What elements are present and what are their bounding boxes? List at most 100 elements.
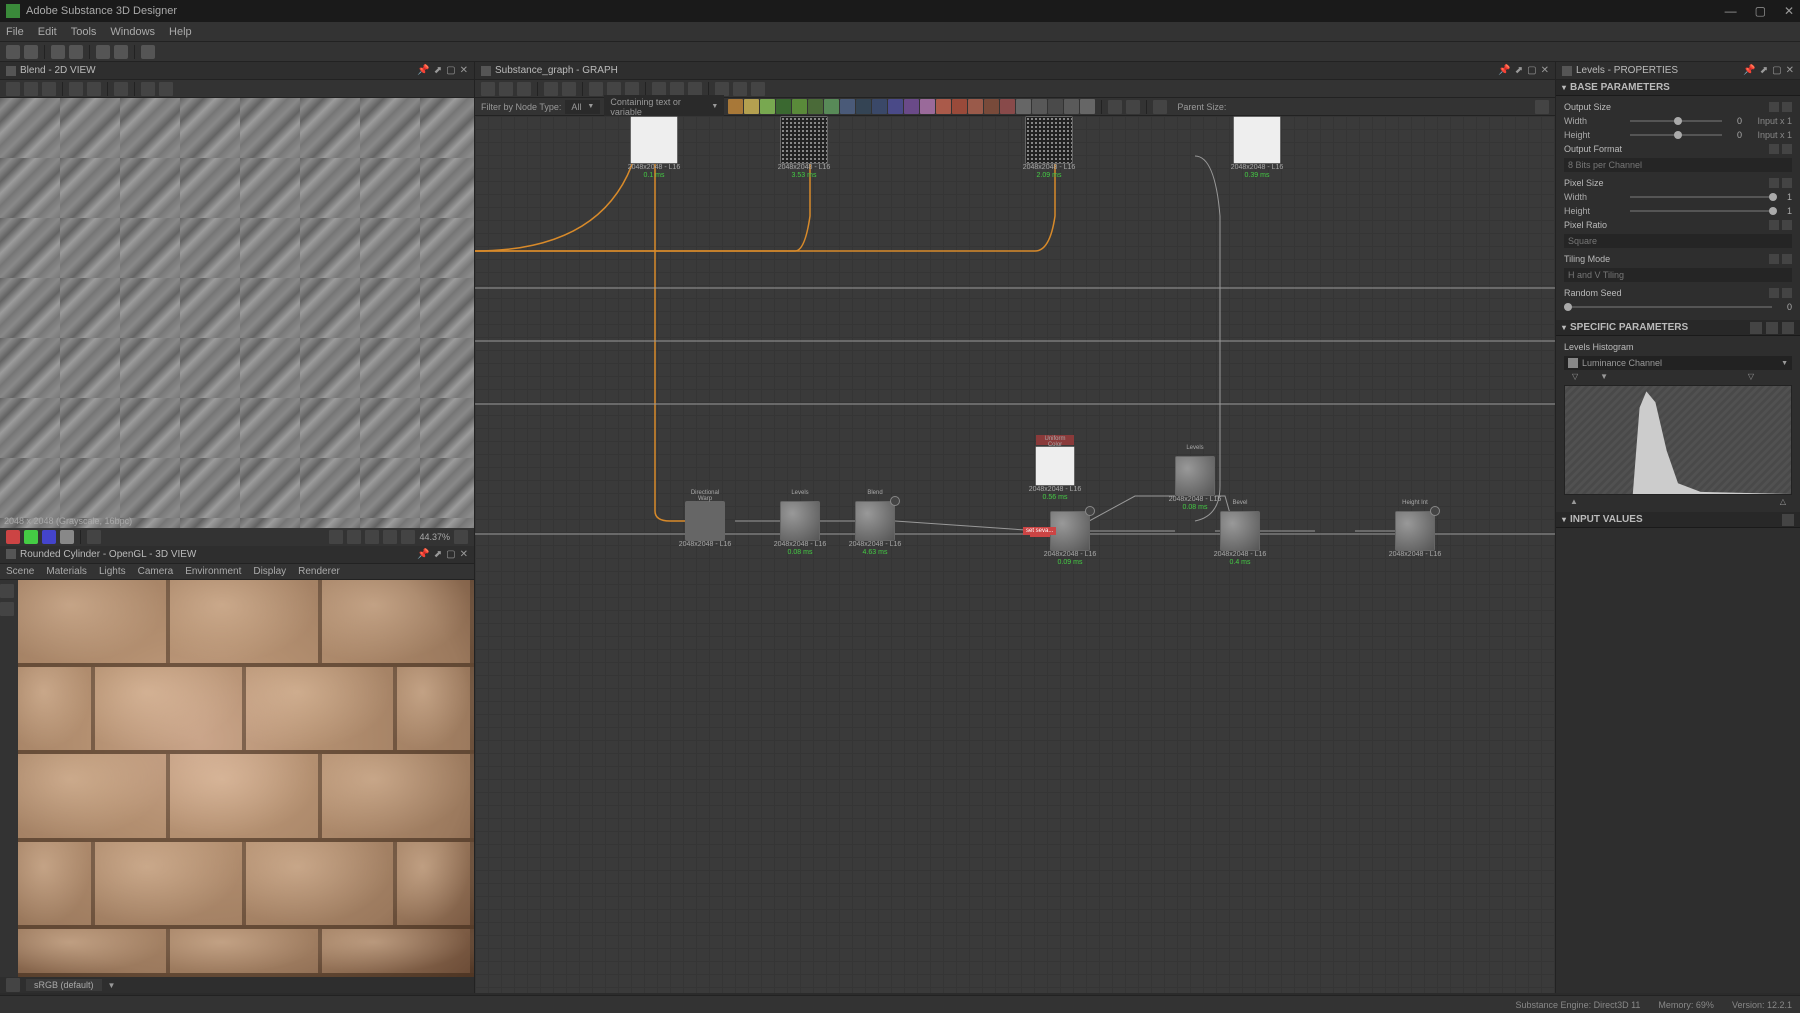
view2d-footer-icon[interactable] xyxy=(87,530,101,544)
graph-node-bottom-4[interactable]: set seva... 2048x2048 - L16 0.09 ms xyxy=(1050,511,1090,551)
view2d-opt3-icon[interactable] xyxy=(383,530,397,544)
props-pin-icon[interactable]: 📌 xyxy=(1743,65,1755,76)
hist-marker-mid[interactable]: ▼ xyxy=(1600,372,1608,381)
inputval-icon[interactable] xyxy=(1782,514,1794,526)
palette-swatch-4[interactable] xyxy=(792,99,807,114)
menu-edit[interactable]: Edit xyxy=(38,26,57,38)
menu-file[interactable]: File xyxy=(6,26,24,38)
graph-node-top-2[interactable]: 2048x2048 - L16 3.53 ms xyxy=(780,116,828,164)
menu-tools[interactable]: Tools xyxy=(71,26,97,38)
graph-max-icon[interactable]: ▢ xyxy=(1527,65,1536,76)
graph-node-top-3[interactable]: 2048x2048 - L16 2.09 ms xyxy=(1025,116,1073,164)
width-slider[interactable] xyxy=(1630,120,1722,122)
filter-type-dropdown[interactable]: All xyxy=(565,100,600,114)
px-height-slider[interactable] xyxy=(1630,210,1772,212)
toolbar-undo-icon[interactable] xyxy=(96,45,110,59)
link5-icon[interactable] xyxy=(1769,254,1779,264)
palette-swatch-2[interactable] xyxy=(760,99,775,114)
channel-g-swatch[interactable] xyxy=(24,530,38,544)
view2d-tool-5[interactable] xyxy=(87,82,101,96)
palette-swatch-20[interactable] xyxy=(1048,99,1063,114)
toolbar-redo-icon[interactable] xyxy=(114,45,128,59)
node-output-ring-icon[interactable] xyxy=(1085,506,1095,516)
panel3d-close-icon[interactable]: ✕ xyxy=(460,549,468,560)
toolbar-open-icon[interactable] xyxy=(24,45,38,59)
px-width-slider[interactable] xyxy=(1630,196,1772,198)
graph-tool-grid-icon[interactable] xyxy=(625,82,639,96)
graph-refresh-icon[interactable] xyxy=(1126,100,1140,114)
panel-max-icon[interactable]: ▢ xyxy=(446,65,455,76)
menu-3d-scene[interactable]: Scene xyxy=(6,566,34,577)
hist-out-low[interactable]: ▲ xyxy=(1570,497,1578,506)
palette-swatch-3[interactable] xyxy=(776,99,791,114)
panel-popout-icon[interactable]: ⬈ xyxy=(434,65,442,76)
palette-swatch-8[interactable] xyxy=(856,99,871,114)
opt4-icon[interactable] xyxy=(1782,220,1792,230)
maximize-button[interactable]: ▢ xyxy=(1755,4,1766,18)
view2d-tool-4[interactable] xyxy=(69,82,83,96)
menu-3d-camera[interactable]: Camera xyxy=(138,566,174,577)
graph-tool-frame-icon[interactable] xyxy=(652,82,666,96)
height-slider[interactable] xyxy=(1630,134,1722,136)
menu-3d-lights[interactable]: Lights xyxy=(99,566,126,577)
view2d-tool-3[interactable] xyxy=(42,82,56,96)
graph-export-icon[interactable] xyxy=(1108,100,1122,114)
toolbar-new-icon[interactable] xyxy=(6,45,20,59)
link6-icon[interactable] xyxy=(1769,288,1779,298)
graph-node-levels-1[interactable]: Levels 2048x2048 - L16 0.08 ms xyxy=(1175,456,1215,496)
view2d-tool-2[interactable] xyxy=(24,82,38,96)
graph-node-top-1[interactable]: 2048x2048 - L16 0.1 ms xyxy=(630,116,678,164)
opt2-icon[interactable] xyxy=(1782,144,1792,154)
graph-tool-link-icon[interactable] xyxy=(589,82,603,96)
link2-icon[interactable] xyxy=(1769,144,1779,154)
palette-swatch-10[interactable] xyxy=(888,99,903,114)
palette-swatch-5[interactable] xyxy=(808,99,823,114)
link3-icon[interactable] xyxy=(1769,178,1779,188)
panel3d-max-icon[interactable]: ▢ xyxy=(446,549,455,560)
opt5-icon[interactable] xyxy=(1782,254,1792,264)
channel-a-swatch[interactable] xyxy=(60,530,74,544)
graph-node-bottom-5[interactable]: Bevel 2048x2048 - L16 0.4 ms xyxy=(1220,511,1260,551)
output-format-field[interactable]: 8 Bits per Channel xyxy=(1564,158,1792,172)
specific-parameters-header[interactable]: SPECIFIC PARAMETERS xyxy=(1570,322,1688,333)
props-close-icon[interactable]: ✕ xyxy=(1786,65,1794,76)
graph-extra-icon[interactable] xyxy=(1535,100,1549,114)
view3d-footer-icon[interactable] xyxy=(6,978,20,992)
base-parameters-header[interactable]: BASE PARAMETERS xyxy=(1570,82,1670,93)
palette-swatch-9[interactable] xyxy=(872,99,887,114)
opt3-icon[interactable] xyxy=(1782,178,1792,188)
graph-node-uniform-color[interactable]: Uniform Color 2048x2048 - L16 0.56 ms xyxy=(1035,446,1075,486)
palette-swatch-13[interactable] xyxy=(936,99,951,114)
graph-tool-search-icon[interactable] xyxy=(562,82,576,96)
panel-pin-icon[interactable]: 📌 xyxy=(417,65,429,76)
palette-swatch-1[interactable] xyxy=(744,99,759,114)
tiling-mode-field[interactable]: H and V Tiling xyxy=(1564,268,1792,282)
palette-swatch-6[interactable] xyxy=(824,99,839,114)
spec-icon-1[interactable] xyxy=(1750,322,1762,334)
graph-node-bottom-1[interactable]: Directional Warp 2048x2048 - L16 xyxy=(685,501,725,541)
menu-3d-display[interactable]: Display xyxy=(253,566,286,577)
view2d-tool-8[interactable] xyxy=(159,82,173,96)
opt-icon[interactable] xyxy=(1782,102,1792,112)
palette-swatch-0[interactable] xyxy=(728,99,743,114)
graph-pin-icon[interactable]: 📌 xyxy=(1498,65,1510,76)
palette-swatch-14[interactable] xyxy=(952,99,967,114)
view2d-tool-6[interactable] xyxy=(114,82,128,96)
panel3d-pin-icon[interactable]: 📌 xyxy=(417,549,429,560)
graph-tool-2-icon[interactable] xyxy=(499,82,513,96)
filter-text-input[interactable]: Containing text or variable xyxy=(604,95,724,119)
palette-swatch-22[interactable] xyxy=(1080,99,1095,114)
spec-icon-2[interactable] xyxy=(1766,322,1778,334)
hist-marker-high[interactable]: ▽ xyxy=(1748,372,1754,381)
view2d-opt4-icon[interactable] xyxy=(401,530,415,544)
levels-histogram[interactable] xyxy=(1564,385,1792,495)
graph-info-icon[interactable] xyxy=(1153,100,1167,114)
link4-icon[interactable] xyxy=(1769,220,1779,230)
view3d-side-icon-2[interactable] xyxy=(0,602,14,616)
graph-tool-info-icon[interactable] xyxy=(544,82,558,96)
view-3d-canvas[interactable] xyxy=(0,580,474,978)
graph-node-top-4[interactable]: 2048x2048 - L16 0.39 ms xyxy=(1233,116,1281,164)
toolbar-saveall-icon[interactable] xyxy=(69,45,83,59)
menu-3d-renderer[interactable]: Renderer xyxy=(298,566,340,577)
menu-help[interactable]: Help xyxy=(169,26,192,38)
